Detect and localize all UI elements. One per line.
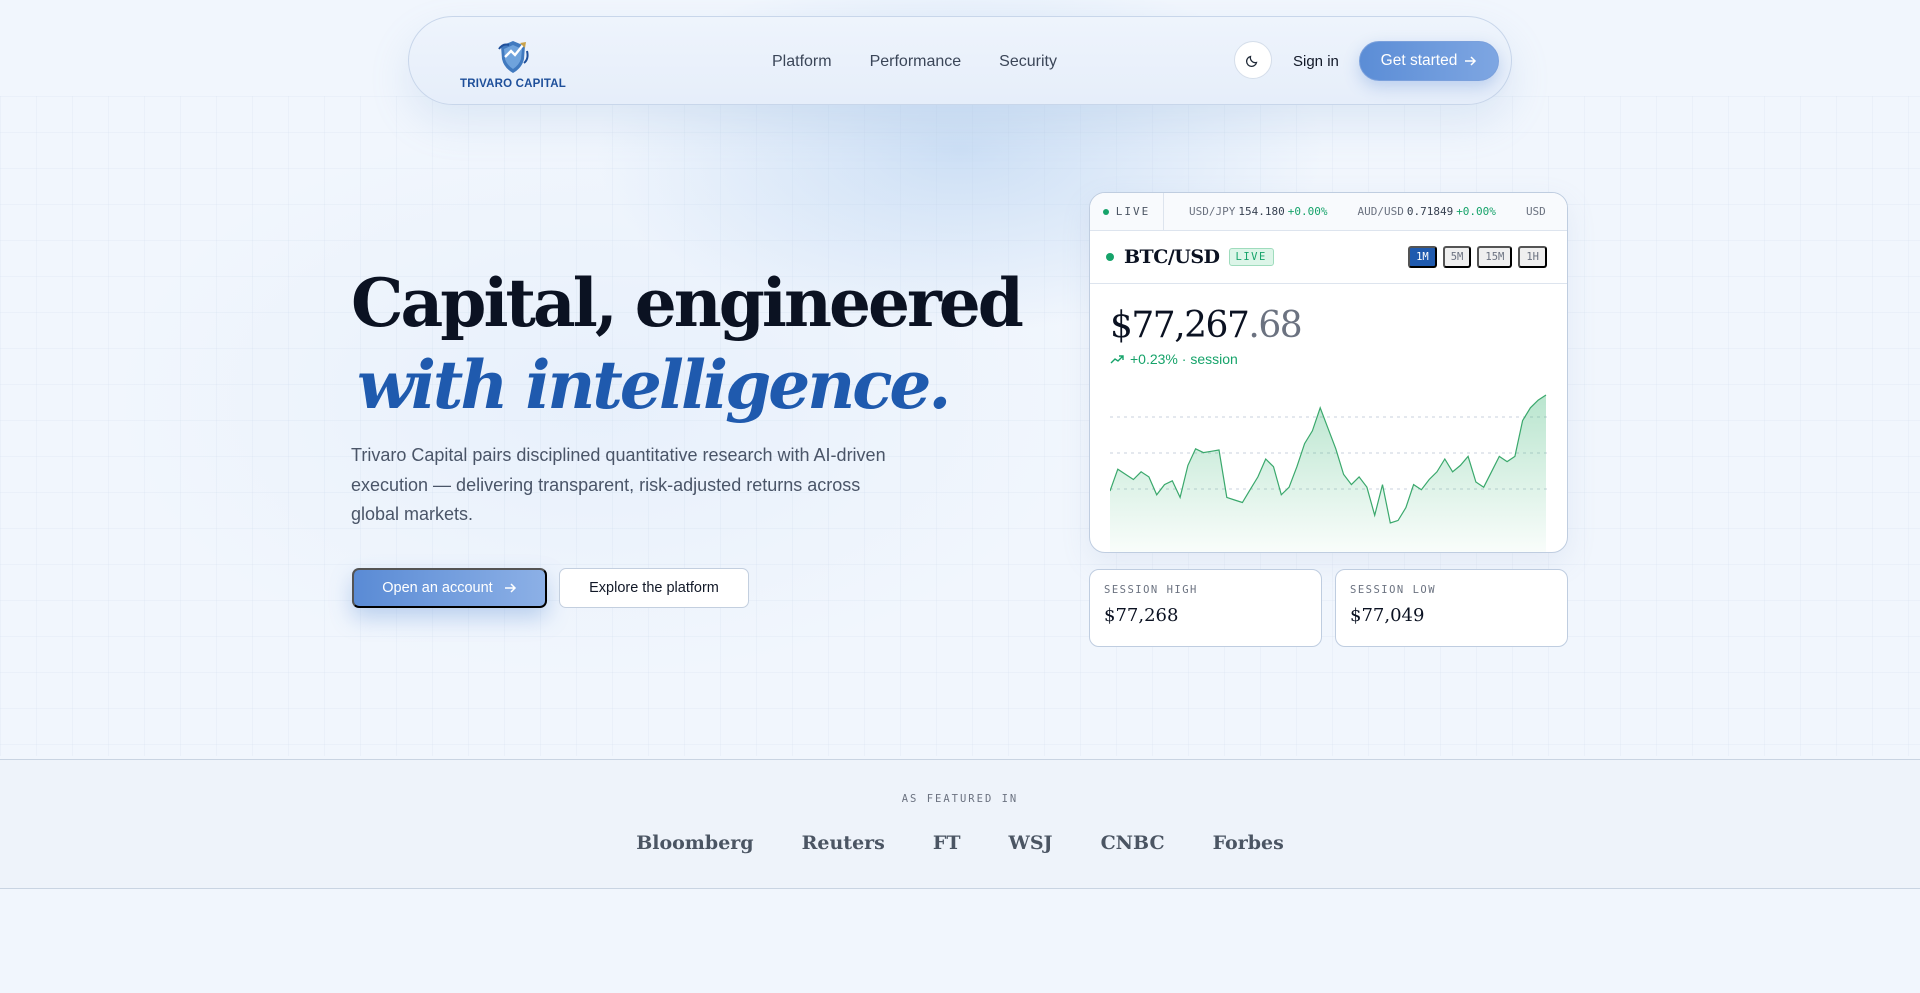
timeframe-1h[interactable]: 1H <box>1518 246 1547 268</box>
price-change-text: +0.23% · session <box>1130 351 1238 367</box>
brand-logo[interactable]: TRIVARO CAPITAL <box>459 33 567 93</box>
featured-label: AS FEATURED IN <box>901 793 1019 805</box>
price-cents: .68 <box>1248 305 1302 346</box>
open-account-label: Open an account <box>382 580 493 596</box>
live-dot-icon <box>1106 253 1114 261</box>
ticker-item: AUD/USD 0.71849 +0.00% <box>1357 205 1495 218</box>
hero-title: Capital, engineered with intelligence. <box>351 262 1024 426</box>
open-account-button[interactable]: Open an account <box>352 568 547 608</box>
get-started-label: Get started <box>1380 52 1458 69</box>
ticker-bar: LIVE USD/JPY 154.180 +0.00% AUD/USD 0.71849… <box>1090 193 1567 231</box>
arrow-right-icon <box>1465 56 1477 66</box>
press-reuters: Reuters <box>801 832 885 854</box>
ticker-value: 154.180 <box>1238 205 1285 218</box>
current-price: $77,267.68 <box>1110 305 1303 346</box>
press-bloomberg: Bloomberg <box>636 832 754 854</box>
stat-label: SESSION LOW <box>1350 584 1437 596</box>
timeframe-5m[interactable]: 5M <box>1442 246 1472 268</box>
nav-links: Platform Performance Security <box>772 17 1057 106</box>
ticker-change: +0.00% <box>1287 205 1328 218</box>
ticker-change: +0.00% <box>1456 205 1496 218</box>
hero-title-line1: Capital, engineered <box>351 264 1024 342</box>
ticker-pair: AUD/USD <box>1357 205 1404 218</box>
price-sparkline <box>1110 394 1548 552</box>
ticker-value: 0.71849 <box>1406 205 1454 218</box>
trending-up-icon <box>1110 355 1124 364</box>
hero-description: Trivaro Capital pairs disciplined quanti… <box>351 445 886 524</box>
price-change: +0.23% · session <box>1110 351 1238 367</box>
live-dot-icon <box>1102 208 1109 215</box>
market-card: LIVE USD/JPY 154.180 +0.00% AUD/USD 0.71849… <box>1089 192 1568 553</box>
ticker-item: USD/JPY 154.180 +0.00% <box>1189 205 1327 218</box>
hero-title-line2: with intelligence. <box>357 346 951 424</box>
timeframe-15m[interactable]: 15M <box>1477 246 1513 268</box>
ticker-live-label: LIVE <box>1115 205 1151 218</box>
press-wsj: WSJ <box>1008 832 1053 854</box>
pair-name: BTC/USD <box>1124 246 1220 268</box>
ticker-pair: USD <box>1525 205 1546 218</box>
page-bottom <box>0 890 1920 993</box>
ticker-live-indicator: LIVE <box>1090 193 1164 230</box>
explore-platform-button[interactable]: Explore the platform <box>559 568 749 608</box>
press-logos: Bloomberg Reuters FT WSJ CNBC Forbes <box>0 832 1920 854</box>
sign-in-link[interactable]: Sign in <box>1293 17 1339 106</box>
stat-value: $77,268 <box>1104 605 1179 626</box>
stat-label: SESSION HIGH <box>1104 584 1198 596</box>
ticker-item: USD <box>1526 205 1546 218</box>
background-grid <box>0 96 1920 756</box>
press-cnbc: CNBC <box>1100 832 1165 854</box>
press-ft: FT <box>932 832 961 854</box>
theme-toggle-button[interactable] <box>1234 41 1272 79</box>
price-main: $77,267 <box>1110 305 1250 346</box>
arrow-right-icon <box>504 583 516 593</box>
brand-name: TRIVARO CAPITAL <box>459 78 567 90</box>
get-started-button[interactable]: Get started <box>1359 41 1499 81</box>
sparkline-area <box>1110 395 1546 552</box>
moon-icon <box>1245 55 1258 68</box>
nav-link-performance[interactable]: Performance <box>870 53 962 71</box>
ticker-pair: USD/JPY <box>1189 205 1236 218</box>
session-high-card: SESSION HIGH $77,268 <box>1089 569 1322 647</box>
timeframe-selector: 1M 5M 15M 1H <box>1408 246 1547 268</box>
timeframe-1m[interactable]: 1M <box>1408 246 1437 268</box>
ticker-items: USD/JPY 154.180 +0.00% AUD/USD 0.71849 +0.00… <box>1164 205 1546 218</box>
featured-in-section: AS FEATURED IN Bloomberg Reuters FT WSJ … <box>0 759 1920 889</box>
top-nav: TRIVARO CAPITAL Platform Performance Sec… <box>408 16 1512 105</box>
session-low-card: SESSION LOW $77,049 <box>1335 569 1568 647</box>
stat-value: $77,049 <box>1350 605 1425 626</box>
press-forbes: Forbes <box>1212 832 1284 854</box>
pair-live-badge: LIVE <box>1228 248 1274 266</box>
nav-link-platform[interactable]: Platform <box>772 53 832 71</box>
pair-header: BTC/USD LIVE 1M 5M 15M 1H <box>1090 231 1567 284</box>
shield-logo-icon <box>498 41 529 73</box>
nav-link-security[interactable]: Security <box>999 53 1057 71</box>
